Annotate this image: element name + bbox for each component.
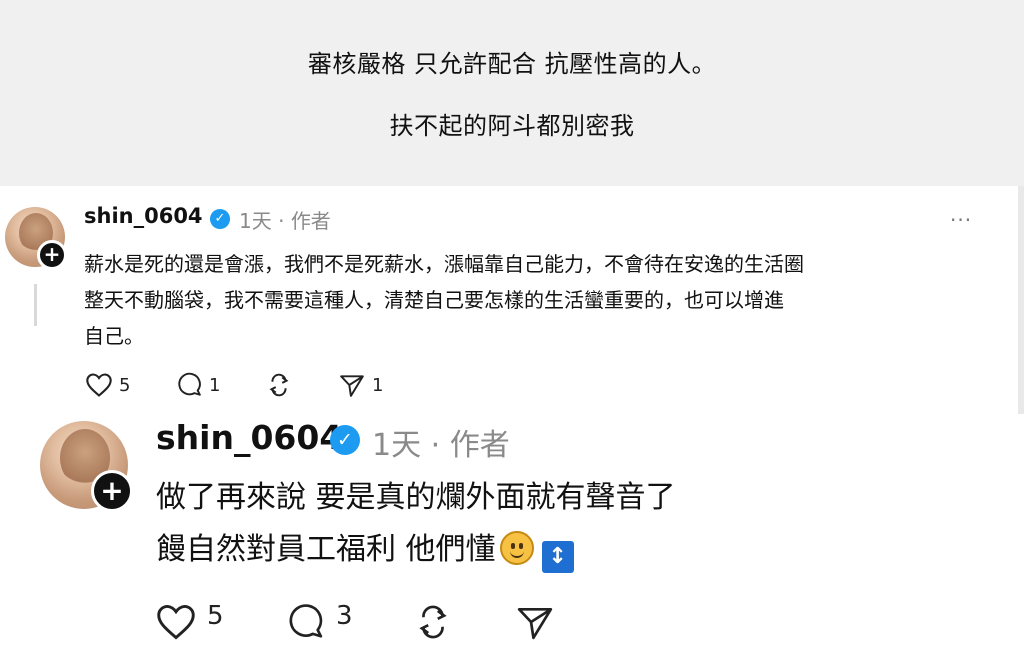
post-time[interactable]: 1天 — [239, 209, 272, 233]
meta-separator: · — [278, 209, 285, 233]
share-count: 1 — [372, 374, 384, 396]
send-icon — [340, 375, 364, 397]
heart-icon — [157, 604, 195, 640]
post-body-line-2-text: 饅自然對員工福利 他們懂 — [156, 532, 496, 567]
comment-icon — [178, 372, 201, 396]
like-button[interactable]: 5 — [155, 601, 224, 641]
username[interactable]: shin_0604 — [156, 418, 342, 457]
verified-badge-icon: ✓ — [210, 209, 230, 229]
like-count: 5 — [119, 374, 131, 396]
send-icon — [517, 607, 553, 640]
smiling-face-emoji — [499, 531, 534, 565]
more-options-icon[interactable]: ··· — [950, 208, 972, 232]
share-button[interactable] — [514, 603, 556, 641]
repost-icon — [269, 373, 289, 397]
author-tag: 作者 — [290, 209, 331, 233]
repost-icon — [419, 605, 447, 639]
post-body-line-3: 自己。 — [84, 324, 144, 348]
repost-button[interactable] — [265, 372, 293, 398]
post-body-line-2: 整天不動腦袋，我不需要這種人，清楚自己要怎樣的生活蠻重要的，也可以增進 — [84, 288, 784, 312]
author-tag: 作者 — [449, 428, 510, 463]
username[interactable]: shin_0604 — [84, 204, 203, 228]
comment-count: 1 — [209, 374, 221, 396]
verified-badge-icon: ✓ — [330, 425, 360, 455]
up-down-arrow-emoji: ↕ — [541, 541, 574, 573]
heart-icon — [86, 373, 112, 397]
quoted-text-line-1: 審核嚴格 只允許配合 抗壓性高的人。 — [307, 50, 717, 78]
thread-connector — [34, 284, 37, 326]
comment-count: 3 — [336, 601, 353, 631]
repost-button[interactable] — [412, 603, 454, 641]
comment-button[interactable]: 1 — [175, 372, 220, 398]
share-button[interactable]: 1 — [338, 372, 383, 398]
comment-icon — [289, 604, 323, 638]
post-meta: 1天 · 作者 — [239, 205, 331, 234]
meta-separator: · — [430, 428, 441, 463]
post-body: 薪水是死的還是會漲，我們不是死薪水，漲幅靠自己能力，不會待在安逸的生活圈 整天不… — [84, 246, 804, 354]
like-button[interactable]: 5 — [85, 372, 130, 398]
post-body-line-2: 饅自然對員工福利 他們懂 ↕ — [156, 524, 676, 576]
scroll-edge — [1018, 186, 1024, 414]
quoted-text-panel: 審核嚴格 只允許配合 抗壓性高的人。 扶不起的阿斗都別密我 — [0, 0, 1024, 186]
like-count: 5 — [207, 601, 224, 631]
post-meta: 1天 · 作者 — [372, 420, 510, 464]
post-body-line-1: 做了再來說 要是真的爛外面就有聲音了 — [156, 480, 676, 515]
comment-button[interactable]: 3 — [284, 601, 353, 641]
follow-plus-icon[interactable]: + — [91, 470, 133, 512]
post-body-line-1: 薪水是死的還是會漲，我們不是死薪水，漲幅靠自己能力，不會待在安逸的生活圈 — [84, 252, 804, 276]
post-body: 做了再來說 要是真的爛外面就有聲音了 饅自然對員工福利 他們懂 ↕ — [156, 472, 676, 576]
follow-plus-icon[interactable]: + — [37, 240, 67, 270]
post-time[interactable]: 1天 — [372, 428, 421, 463]
quoted-text-line-2: 扶不起的阿斗都別密我 — [389, 112, 635, 140]
